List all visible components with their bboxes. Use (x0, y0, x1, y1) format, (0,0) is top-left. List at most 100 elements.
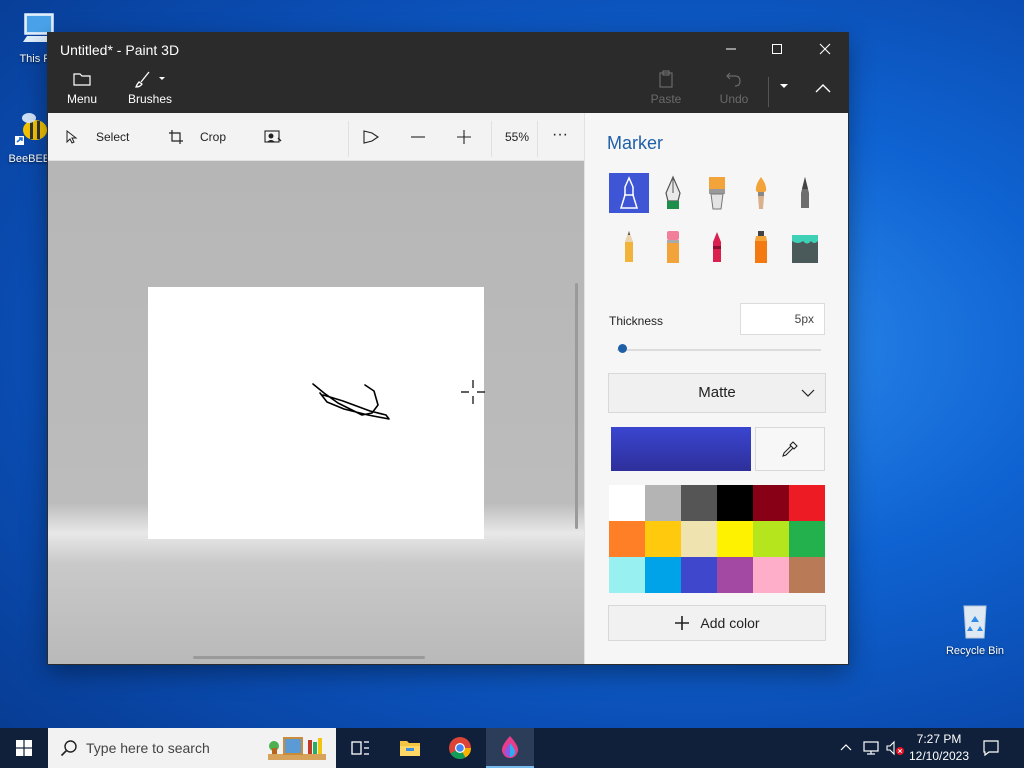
view-3d-button[interactable] (362, 125, 380, 149)
eyedropper-button[interactable] (755, 427, 825, 471)
brush-calligraphy-pen[interactable] (653, 173, 693, 213)
thickness-slider-thumb[interactable] (618, 344, 628, 353)
crop-tool-button[interactable]: Crop (168, 125, 226, 149)
color-swatch[interactable] (681, 485, 717, 521)
color-swatch[interactable] (681, 557, 717, 593)
color-swatch[interactable] (789, 485, 825, 521)
taskbar-search-box[interactable]: Type here to search (48, 728, 336, 768)
clipboard-icon (659, 70, 673, 88)
color-swatch[interactable] (681, 521, 717, 557)
notifications-button[interactable] (976, 728, 1006, 768)
color-swatch[interactable] (609, 485, 645, 521)
marker-stroke (312, 383, 390, 420)
color-swatch[interactable] (753, 557, 789, 593)
minimize-button[interactable] (708, 33, 754, 65)
start-button[interactable] (0, 728, 48, 768)
crop-icon (169, 130, 183, 144)
desktop-icon-label: Recycle Bin (945, 645, 1005, 657)
brush-watercolor[interactable] (741, 173, 781, 213)
undo-label: Undo (719, 92, 749, 106)
vertical-scrollbar[interactable] (575, 283, 578, 529)
tray-chevron-button[interactable] (836, 728, 856, 768)
color-swatch[interactable] (789, 557, 825, 593)
search-icon (60, 740, 77, 757)
taskbar-paint3d[interactable] (486, 728, 534, 768)
menu-button[interactable]: Menu (62, 69, 102, 109)
chevron-up-icon (815, 84, 831, 93)
horizontal-scrollbar[interactable] (193, 656, 425, 659)
toolbar-separator (348, 121, 349, 157)
collapse-ribbon-button[interactable] (808, 77, 838, 101)
taskbar-file-explorer[interactable] (386, 728, 434, 768)
window-title: Untitled* - Paint 3D (60, 42, 180, 58)
zoom-out-button[interactable] (410, 125, 426, 149)
color-swatch[interactable] (717, 521, 753, 557)
zoom-in-button[interactable] (456, 125, 472, 149)
ribbon-more-button[interactable] (774, 79, 794, 99)
magic-select-icon (264, 130, 282, 143)
desktop-icon-recycle-bin[interactable]: Recycle Bin (940, 600, 1010, 657)
brush-pixel-pen[interactable] (785, 173, 825, 213)
fill-bucket-icon (792, 235, 818, 263)
eraser-icon (667, 231, 679, 263)
bee-icon (15, 113, 47, 145)
title-bar[interactable]: Untitled* - Paint 3D Menu Brushes Paste … (48, 33, 848, 113)
brush-spray-can[interactable] (741, 227, 781, 267)
tray-volume-button[interactable] (884, 728, 906, 768)
thickness-label: Thickness (609, 314, 664, 328)
color-swatch[interactable] (645, 521, 681, 557)
color-swatch[interactable] (609, 521, 645, 557)
drawing-canvas[interactable] (148, 287, 484, 539)
magic-select-button[interactable] (264, 125, 282, 149)
task-view-icon (351, 741, 369, 755)
eyedropper-icon (782, 441, 798, 457)
tray-network-button[interactable] (860, 728, 882, 768)
panel-title: Marker (607, 133, 664, 153)
search-highlight-icon (268, 737, 326, 760)
close-button[interactable] (802, 33, 848, 65)
select-tool-button[interactable]: Select (64, 125, 129, 149)
color-swatch[interactable] (753, 485, 789, 521)
taskbar-chrome[interactable] (436, 728, 484, 768)
file-explorer-icon (400, 741, 420, 756)
maximize-button[interactable] (754, 33, 800, 65)
thickness-input[interactable]: 5px (740, 303, 825, 335)
windows-logo-icon (16, 740, 32, 756)
workspace[interactable] (48, 161, 584, 664)
crayon-icon (713, 232, 721, 262)
minus-icon (411, 136, 425, 138)
pencil-icon (625, 231, 633, 262)
add-color-button[interactable]: Add color (608, 605, 826, 641)
taskbar-clock[interactable]: 7:27 PM 12/10/2023 (906, 731, 972, 765)
brush-pencil[interactable] (609, 227, 649, 267)
undo-button[interactable]: Undo (714, 69, 754, 109)
brush-oil[interactable] (697, 173, 737, 213)
more-options-button[interactable]: ··· (548, 125, 572, 149)
paste-button[interactable]: Paste (646, 69, 686, 109)
brushes-button[interactable]: Brushes (126, 69, 174, 109)
minimize-icon (726, 48, 736, 50)
cursor-arrow-icon (66, 129, 78, 144)
clock-time: 7:27 PM (916, 732, 962, 746)
finish-dropdown[interactable]: Matte (608, 373, 826, 413)
brush-fill[interactable] (785, 227, 825, 267)
color-swatch[interactable] (717, 485, 753, 521)
color-swatch[interactable] (645, 485, 681, 521)
color-swatch[interactable] (609, 557, 645, 593)
zoom-level[interactable]: 55% (494, 125, 540, 149)
current-color-swatch[interactable] (611, 427, 751, 471)
color-swatch[interactable] (645, 557, 681, 593)
brush-crayon[interactable] (697, 227, 737, 267)
brush-marker[interactable] (609, 173, 649, 213)
close-icon (819, 43, 831, 55)
color-swatch[interactable] (753, 521, 789, 557)
brush-eraser[interactable] (653, 227, 693, 267)
color-swatch[interactable] (789, 521, 825, 557)
thickness-slider[interactable] (617, 349, 821, 351)
taskbar: Type here to search 7:27 PM 12/10/2023 (0, 728, 1024, 768)
brush-panel: Marker Thickness 5px Matte Add color (584, 113, 848, 664)
view-3d-icon (363, 130, 379, 144)
color-swatch[interactable] (717, 557, 753, 593)
task-view-button[interactable] (336, 728, 384, 768)
paste-label: Paste (650, 92, 682, 106)
